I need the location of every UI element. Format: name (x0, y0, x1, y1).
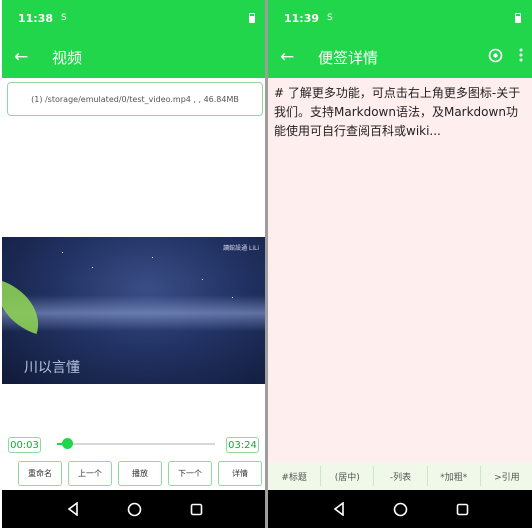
system-nav-bar (268, 490, 532, 528)
star (202, 279, 203, 280)
battery-icon (515, 13, 521, 23)
seek-track[interactable] (57, 443, 215, 445)
nav-back-icon[interactable] (65, 501, 81, 517)
video-caption: 川以言懂 (24, 360, 80, 376)
nav-back-icon[interactable] (331, 501, 347, 517)
nav-home-icon[interactable] (126, 501, 142, 517)
system-nav-bar (2, 490, 267, 528)
note-detail-screen: 11:39 S ← 便签详情 # 了解更多功能，可点击右上角更多图标-关于我们。… (268, 0, 532, 528)
arrow-left-icon[interactable]: ← (280, 47, 304, 67)
nav-home-icon[interactable] (392, 501, 408, 517)
total-time: 03:24 (226, 437, 259, 453)
nav-recents-icon[interactable] (454, 501, 470, 517)
player-controls: 重命名 上一个 播放 下一个 详情 (18, 461, 262, 486)
markdown-toolbar: #标题 (居中) -列表 *加粗* >引用 (268, 462, 532, 490)
cloud-band (2, 295, 267, 331)
settings-circle-icon[interactable] (488, 48, 503, 67)
star (62, 252, 63, 253)
battery-icon (249, 13, 255, 23)
status-bar: 11:38 S (2, 0, 267, 36)
play-button[interactable]: 播放 (118, 461, 162, 486)
status-time: 11:38 (18, 11, 54, 25)
note-editor[interactable]: # 了解更多功能，可点击右上角更多图标-关于我们。支持Markdown语法，及M… (268, 78, 532, 462)
seek-thumb[interactable] (61, 438, 73, 449)
details-button[interactable]: 详情 (218, 461, 262, 486)
rename-button[interactable]: 重命名 (18, 461, 62, 486)
md-heading-button[interactable]: #标题 (268, 466, 322, 486)
file-info: (1) /storage/emulated/0/test_video.mp4 ,… (7, 82, 263, 116)
sim-icon: S (61, 13, 67, 23)
md-list-button[interactable]: -列表 (374, 466, 428, 486)
note-content[interactable]: # 了解更多功能，可点击右上角更多图标-关于我们。支持Markdown语法，及M… (274, 84, 528, 141)
md-bold-button[interactable]: *加粗* (428, 466, 481, 486)
app-bar: ← 视频 (2, 36, 267, 78)
app-bar: ← 便签详情 (268, 36, 532, 78)
current-time: 00:03 (8, 437, 41, 453)
md-center-button[interactable]: (居中) (321, 466, 375, 486)
page-title: 便签详情 (318, 48, 379, 67)
status-time: 11:39 (284, 11, 320, 25)
video-screen: 11:38 S ← 视频 (1) /storage/emulated/0/tes… (2, 0, 267, 528)
video-player[interactable]: 讀館設通 LiLi 川以言懂 (2, 237, 267, 384)
star (92, 267, 93, 268)
nav-recents-icon[interactable] (188, 501, 204, 517)
status-bar: 11:39 S (268, 0, 532, 36)
video-watermark: 讀館設通 LiLi (223, 245, 259, 252)
previous-button[interactable]: 上一个 (68, 461, 112, 486)
star (152, 257, 153, 258)
md-quote-button[interactable]: >引用 (481, 466, 532, 486)
page-title: 视频 (52, 48, 83, 67)
more-vert-icon[interactable] (519, 48, 523, 66)
sim-icon: S (327, 13, 333, 23)
arrow-left-icon[interactable]: ← (14, 47, 38, 67)
next-button[interactable]: 下一个 (168, 461, 212, 486)
